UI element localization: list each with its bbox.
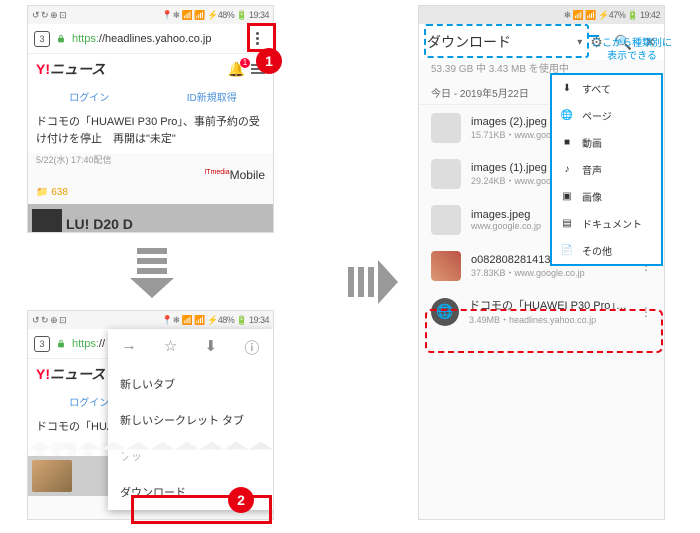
yahoo-tabs: ログイン ID新規取得 bbox=[28, 84, 273, 108]
thumbnail bbox=[431, 113, 461, 143]
filter-dropdown: ⬇すべて 🌐ページ ■動画 ♪音声 ▣画像 ▤ドキュメント 📄その他 bbox=[550, 73, 663, 266]
tab-count-icon[interactable]: 3 bbox=[34, 31, 50, 47]
image-icon: ▣ bbox=[560, 191, 574, 202]
globe-icon: 🌐 bbox=[560, 110, 574, 121]
yahoo-logo: Y!ニュース bbox=[36, 364, 105, 384]
arrow-down-icon bbox=[130, 248, 174, 298]
filter-doc[interactable]: ▤ドキュメント bbox=[552, 210, 661, 237]
file-icon: 📄 bbox=[560, 245, 574, 256]
chrome-menu: → ☆ ⬇ ⓘ 新しいタブ 新しいシークレット タブ ブッ ダウンロード bbox=[108, 329, 273, 510]
yahoo-logo: Y!ニュース bbox=[36, 59, 105, 79]
comment-count[interactable]: 📁 638 bbox=[28, 185, 273, 200]
thumbnail-strip: LU! D20 D bbox=[28, 204, 273, 233]
yahoo-header: Y!ニュース 🔔1 bbox=[28, 54, 273, 84]
login-tab[interactable]: ログイン bbox=[28, 84, 151, 108]
filter-page[interactable]: 🌐ページ bbox=[552, 102, 661, 129]
status-bar: ↺ ↻ ⊕ ⊡📍❄ 📶 📶 ⚡48% 🔋 19:34 bbox=[28, 311, 273, 329]
annotation-filter-highlight bbox=[424, 24, 589, 58]
filter-other[interactable]: 📄その他 bbox=[552, 237, 661, 264]
wavy-cut bbox=[28, 442, 273, 456]
bell-icon[interactable]: 🔔1 bbox=[228, 61, 245, 78]
tab-count-icon[interactable]: 3 bbox=[34, 336, 50, 352]
source-label: ITmediaMobile bbox=[28, 166, 273, 185]
download-icon: ⬇ bbox=[560, 83, 574, 94]
annotation-note: ここから種類別に表示できる bbox=[592, 37, 672, 63]
audio-icon: ♪ bbox=[560, 164, 574, 175]
info-icon[interactable]: ⓘ bbox=[244, 337, 259, 358]
signup-tab[interactable]: ID新規取得 bbox=[151, 84, 274, 108]
status-bar: ❄ 📶 📶 ⚡47% 🔋 19:42 bbox=[419, 6, 664, 24]
thumbnail bbox=[431, 251, 461, 281]
menu-incognito[interactable]: 新しいシークレット タブ bbox=[108, 402, 273, 438]
lock-icon bbox=[56, 339, 66, 349]
document-icon: ▤ bbox=[560, 218, 574, 229]
filter-audio[interactable]: ♪音声 bbox=[552, 156, 661, 183]
annotation-badge-1: 1 bbox=[256, 48, 282, 74]
status-bar: ↺ ↻ ⊕ ⊡📍❄ 📶 📶 ⚡48% 🔋 19:34 bbox=[28, 6, 273, 24]
menu-new-tab[interactable]: 新しいタブ bbox=[108, 366, 273, 402]
thumbnail bbox=[431, 205, 461, 235]
article-date: 5/22(水) 17:40配信 bbox=[28, 153, 273, 166]
filter-image[interactable]: ▣画像 bbox=[552, 183, 661, 210]
article-headline[interactable]: ドコモの「HUAWEI P30 Pro」、事前予約の受け付けを停止 再開は"未定… bbox=[28, 108, 273, 153]
star-icon[interactable]: ☆ bbox=[164, 337, 177, 358]
filter-video[interactable]: ■動画 bbox=[552, 129, 661, 156]
url-bar: 3 https://headlines.yahoo.co.jp bbox=[28, 24, 273, 54]
download-icon[interactable]: ⬇ bbox=[205, 337, 218, 358]
phone-screenshot-1: ↺ ↻ ⊕ ⊡📍❄ 📶 📶 ⚡48% 🔋 19:34 3 https://hea… bbox=[27, 5, 274, 233]
url-text[interactable]: https://headlines.yahoo.co.jp bbox=[72, 33, 241, 45]
arrow-right-icon bbox=[348, 260, 398, 304]
annotation-result-highlight bbox=[425, 309, 663, 353]
thumbnail bbox=[431, 159, 461, 189]
lock-icon bbox=[56, 34, 66, 44]
video-icon: ■ bbox=[560, 137, 574, 148]
filter-all[interactable]: ⬇すべて bbox=[552, 75, 661, 102]
forward-icon[interactable]: → bbox=[122, 337, 137, 358]
annotation-badge-2: 2 bbox=[228, 487, 254, 513]
